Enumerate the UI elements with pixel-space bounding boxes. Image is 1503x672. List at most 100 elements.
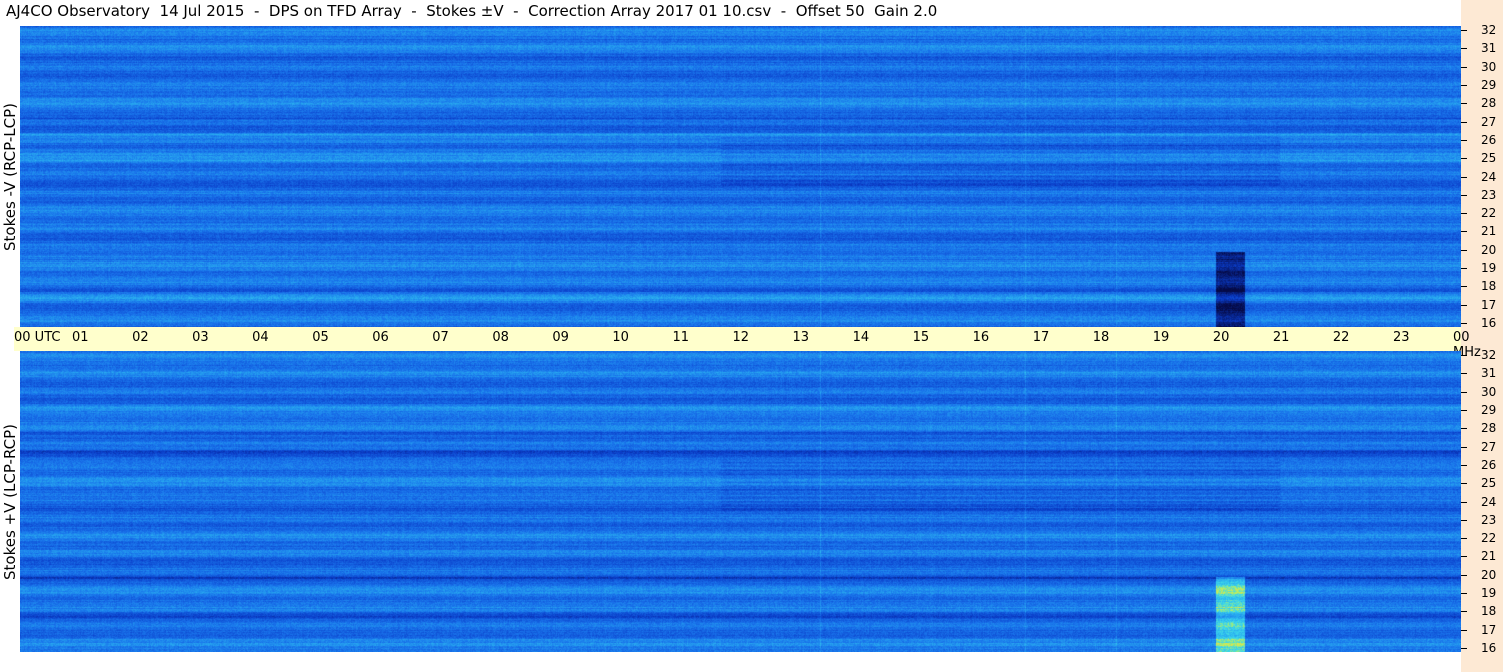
freq-tick-mark bbox=[1461, 392, 1467, 393]
freq-tick-label: 18 bbox=[1481, 279, 1497, 293]
freq-tick-mark bbox=[1461, 502, 1467, 503]
freq-tick-label: 24 bbox=[1481, 495, 1497, 509]
freq-tick-mark bbox=[1461, 611, 1467, 612]
freq-tick-label: 26 bbox=[1481, 458, 1497, 472]
time-tick-label: 05 bbox=[312, 330, 329, 345]
freq-tick-mark bbox=[1461, 30, 1467, 31]
freq-tick-mark bbox=[1461, 575, 1467, 576]
freq-tick-mark bbox=[1461, 103, 1467, 104]
freq-tick-mark bbox=[1461, 593, 1467, 594]
freq-tick-label: 32 bbox=[1481, 23, 1497, 37]
freq-tick-mark bbox=[1461, 158, 1467, 159]
freq-tick-label: 24 bbox=[1481, 170, 1497, 184]
freq-tick-label: 31 bbox=[1481, 366, 1497, 380]
freq-tick-label: 26 bbox=[1481, 133, 1497, 147]
time-tick-label: 19 bbox=[1152, 330, 1170, 345]
time-tick-label: 12 bbox=[732, 330, 750, 345]
freq-tick-mark bbox=[1461, 67, 1467, 68]
ylabel-bottom: Stokes +V (LCP-RCP) bbox=[1, 423, 19, 580]
freq-tick-mark bbox=[1461, 286, 1467, 287]
time-tick-label: 10 bbox=[612, 330, 629, 345]
time-tick-label: 03 bbox=[192, 330, 209, 345]
freq-tick-mark bbox=[1461, 122, 1467, 123]
freq-tick-label: 29 bbox=[1481, 78, 1497, 92]
freq-tick-label: 20 bbox=[1481, 568, 1497, 582]
freq-tick-mark bbox=[1461, 85, 1467, 86]
spectrogram-top bbox=[20, 26, 1461, 327]
freq-tick-mark bbox=[1461, 268, 1467, 269]
freq-tick-label: 21 bbox=[1481, 224, 1497, 238]
freq-tick-mark bbox=[1461, 465, 1467, 466]
time-tick-label: 09 bbox=[552, 330, 569, 345]
chart-title: AJ4CO Observatory 14 Jul 2015 - DPS on T… bbox=[6, 2, 938, 20]
time-tick-label: 22 bbox=[1332, 330, 1350, 345]
freq-tick-label: 19 bbox=[1481, 586, 1497, 600]
time-tick-label: 14 bbox=[852, 330, 870, 345]
freq-tick-mark bbox=[1461, 355, 1467, 356]
time-tick-label: 06 bbox=[372, 330, 389, 345]
time-tick-label: 13 bbox=[792, 330, 810, 345]
freq-tick-mark bbox=[1461, 447, 1467, 448]
freq-tick-label: 30 bbox=[1481, 60, 1497, 74]
freq-tick-label: 25 bbox=[1481, 476, 1497, 490]
freq-tick-label: 16 bbox=[1481, 641, 1497, 655]
spectrogram-bottom bbox=[20, 351, 1461, 652]
freq-tick-mark bbox=[1461, 556, 1467, 557]
freq-tick-label: 20 bbox=[1481, 243, 1497, 257]
freq-tick-label: 25 bbox=[1481, 151, 1497, 165]
time-tick-label: 15 bbox=[912, 330, 930, 345]
freq-tick-mark bbox=[1461, 410, 1467, 411]
freq-tick-mark bbox=[1461, 323, 1467, 324]
time-tick-label: 07 bbox=[432, 330, 449, 345]
time-tick-label: 11 bbox=[672, 330, 689, 345]
time-tick-label: 16 bbox=[972, 330, 990, 345]
time-tick-label: 04 bbox=[252, 330, 269, 345]
freq-tick-label: 31 bbox=[1481, 41, 1497, 55]
freq-tick-label: 18 bbox=[1481, 604, 1497, 618]
time-tick-label: 21 bbox=[1272, 330, 1290, 345]
time-tick-label: 08 bbox=[492, 330, 509, 345]
freq-tick-mark bbox=[1461, 250, 1467, 251]
freq-tick-label: 21 bbox=[1481, 549, 1497, 563]
time-tick-label: 01 bbox=[72, 330, 89, 345]
freq-tick-mark bbox=[1461, 140, 1467, 141]
freq-tick-label: 32 bbox=[1481, 348, 1497, 362]
time-tick-label: 18 bbox=[1092, 330, 1110, 345]
freq-tick-mark bbox=[1461, 305, 1467, 306]
freq-tick-mark bbox=[1461, 373, 1467, 374]
freq-tick-label: 16 bbox=[1481, 316, 1497, 330]
freq-tick-mark bbox=[1461, 213, 1467, 214]
time-tick-label: 02 bbox=[132, 330, 149, 345]
freq-tick-label: 28 bbox=[1481, 421, 1497, 435]
freq-tick-mark bbox=[1461, 630, 1467, 631]
time-tick-label: 00 UTC bbox=[14, 330, 61, 345]
freq-tick-label: 17 bbox=[1481, 623, 1497, 637]
time-axis: 00 UTC 01 02 03 04 05 06 07 08 09 10 11 12 13 14 15 16 17… bbox=[14, 327, 1481, 360]
freq-tick-label: 29 bbox=[1481, 403, 1497, 417]
time-tick-label: 23 bbox=[1392, 330, 1410, 345]
freq-tick-mark bbox=[1461, 428, 1467, 429]
heatmap-bottom-canvas bbox=[20, 351, 1461, 652]
freq-tick-label: 22 bbox=[1481, 531, 1497, 545]
freq-tick-label: 22 bbox=[1481, 206, 1497, 220]
ylabel-top: Stokes -V (RCP-LCP) bbox=[0, 102, 19, 251]
time-tick-label: 20 bbox=[1212, 330, 1230, 345]
freq-tick-label: 27 bbox=[1481, 440, 1497, 454]
freq-tick-label: 28 bbox=[1481, 96, 1497, 110]
heatmap-top-canvas bbox=[20, 26, 1461, 327]
time-tick-label: 17 bbox=[1032, 330, 1050, 345]
freq-tick-label: 17 bbox=[1481, 298, 1497, 312]
freq-tick-mark bbox=[1461, 538, 1467, 539]
freq-tick-label: 27 bbox=[1481, 115, 1497, 129]
freq-tick-mark bbox=[1461, 520, 1467, 521]
freq-tick-mark bbox=[1461, 195, 1467, 196]
freq-tick-mark bbox=[1461, 48, 1467, 49]
freq-tick-mark bbox=[1461, 231, 1467, 232]
freq-tick-label: 23 bbox=[1481, 188, 1497, 202]
freq-tick-mark bbox=[1461, 483, 1467, 484]
freq-tick-label: 23 bbox=[1481, 513, 1497, 527]
freq-tick-mark bbox=[1461, 648, 1467, 649]
freq-tick-label: 19 bbox=[1481, 261, 1497, 275]
freq-tick-mark bbox=[1461, 177, 1467, 178]
freq-tick-label: 30 bbox=[1481, 385, 1497, 399]
